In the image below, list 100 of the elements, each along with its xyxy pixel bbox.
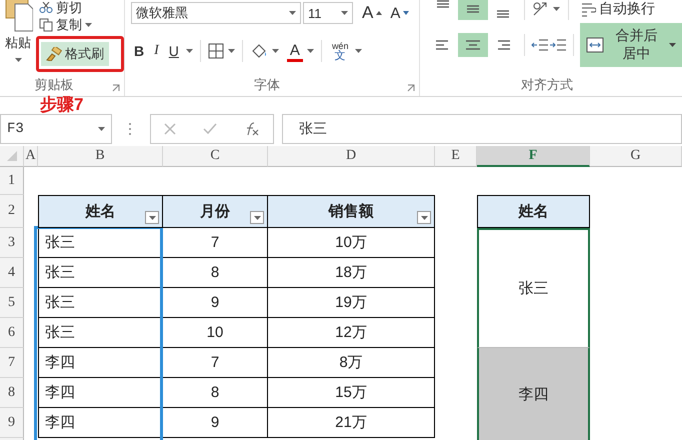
caret-icon[interactable] bbox=[553, 7, 560, 11]
up-caret-icon[interactable] bbox=[376, 11, 382, 15]
wrap-text-button[interactable]: 自动换行 bbox=[577, 0, 658, 20]
table-header-cell: 姓名 bbox=[38, 195, 163, 228]
group-label: 剪贴板 bbox=[34, 76, 74, 94]
column-header[interactable]: G bbox=[590, 146, 682, 167]
row-header[interactable]: 3 bbox=[0, 228, 24, 258]
caret-icon[interactable] bbox=[254, 216, 260, 220]
font-name-field[interactable]: 微软雅黑 bbox=[131, 2, 301, 24]
column-header[interactable]: C bbox=[163, 146, 268, 167]
dots-icon bbox=[128, 122, 132, 136]
caret-icon[interactable] bbox=[272, 49, 279, 53]
table-header-cell: 姓名 bbox=[477, 195, 590, 228]
grow-font-button[interactable]: A bbox=[359, 1, 386, 25]
row-header[interactable]: 4 bbox=[0, 258, 24, 288]
table-cell: 19万 bbox=[268, 288, 435, 318]
column-header[interactable]: E bbox=[435, 146, 477, 167]
column-header[interactable]: D bbox=[268, 146, 435, 167]
align-bottom-icon bbox=[494, 10, 512, 18]
merge-cells-icon bbox=[586, 37, 604, 53]
table-cell: 15万 bbox=[268, 378, 435, 408]
row-header[interactable]: 7 bbox=[0, 348, 24, 378]
table-cell: 10万 bbox=[268, 228, 435, 258]
column-header[interactable]: F bbox=[477, 146, 590, 167]
italic-button[interactable]: I bbox=[151, 41, 162, 61]
cut-button[interactable]: 剪切 bbox=[36, 0, 124, 16]
font-size-field[interactable]: 11 bbox=[303, 2, 353, 24]
step-annotation: 步骤7 bbox=[40, 96, 84, 113]
launcher-icon[interactable] bbox=[407, 84, 415, 92]
paste-icon[interactable] bbox=[3, 0, 33, 32]
caret-icon[interactable] bbox=[289, 11, 296, 15]
row-header[interactable]: 5 bbox=[0, 288, 24, 318]
filter-button[interactable] bbox=[145, 211, 159, 224]
filter-button[interactable] bbox=[417, 211, 431, 224]
caret-icon[interactable] bbox=[85, 23, 92, 27]
borders-icon[interactable] bbox=[208, 43, 224, 59]
table-cell: 张三 bbox=[38, 318, 163, 348]
caret-icon[interactable] bbox=[186, 49, 193, 53]
table-cell: 李四 bbox=[38, 348, 163, 378]
caret-icon[interactable] bbox=[98, 127, 105, 131]
table-cell: 21万 bbox=[268, 408, 435, 438]
table-header-cell: 月份 bbox=[163, 195, 268, 228]
filter-button[interactable] bbox=[250, 211, 264, 224]
caret-icon[interactable] bbox=[420, 216, 428, 220]
row-header[interactable]: 2 bbox=[0, 195, 24, 228]
caret-icon[interactable] bbox=[669, 43, 676, 47]
merge-center-button[interactable]: 合并后居中 bbox=[580, 23, 682, 67]
middle-align-button[interactable] bbox=[458, 0, 488, 20]
align-center-button[interactable] bbox=[458, 33, 488, 57]
table-cell: 李四 bbox=[38, 408, 163, 438]
row-header[interactable]: 1 bbox=[0, 167, 24, 195]
wrap-text-icon bbox=[580, 1, 596, 17]
paste-button[interactable]: 粘贴 bbox=[5, 34, 31, 62]
table-cell: 7 bbox=[163, 348, 268, 378]
table-cell: 12万 bbox=[268, 318, 435, 348]
merged-cell: 李四 bbox=[477, 348, 590, 440]
scissors-icon[interactable] bbox=[39, 2, 53, 14]
group-label: 字体 bbox=[253, 76, 281, 94]
caret-icon[interactable] bbox=[228, 49, 235, 53]
bold-button[interactable]: B bbox=[131, 41, 148, 61]
caret-icon[interactable] bbox=[306, 49, 314, 53]
shrink-font-button[interactable]: A bbox=[387, 2, 412, 24]
increase-indent-icon[interactable] bbox=[548, 38, 567, 52]
caret-icon[interactable] bbox=[148, 216, 156, 220]
caret-icon[interactable] bbox=[355, 49, 362, 53]
underline-button[interactable]: U bbox=[166, 41, 182, 61]
name-box[interactable]: F3 bbox=[0, 114, 112, 144]
paintbrush-icon[interactable] bbox=[46, 47, 62, 61]
column-header[interactable]: B bbox=[38, 146, 163, 167]
column-header[interactable]: A bbox=[24, 146, 38, 167]
table-cell: 7 bbox=[163, 228, 268, 258]
launcher-icon[interactable] bbox=[112, 84, 120, 92]
align-top-icon bbox=[434, 0, 452, 8]
merged-cell: 张三 bbox=[477, 228, 590, 348]
caret-icon[interactable] bbox=[341, 11, 348, 15]
paint-bucket-icon[interactable] bbox=[250, 43, 268, 59]
align-middle-icon bbox=[464, 5, 482, 13]
table-cell: 9 bbox=[163, 408, 268, 438]
group-label: 对齐方式 bbox=[520, 76, 574, 94]
row-header[interactable]: 9 bbox=[0, 408, 24, 438]
table-cell: 18万 bbox=[268, 258, 435, 288]
table-cell: 张三 bbox=[38, 288, 163, 318]
copy-button[interactable]: 复制 bbox=[36, 16, 124, 34]
table-cell: 10 bbox=[163, 318, 268, 348]
table-cell: 9 bbox=[163, 288, 268, 318]
table-cell: 8万 bbox=[268, 348, 435, 378]
row-header[interactable]: 6 bbox=[0, 318, 24, 348]
table-cell: 张三 bbox=[38, 228, 163, 258]
phonetic-guide-button[interactable]: wén 文 bbox=[328, 39, 352, 63]
caret-icon[interactable] bbox=[14, 58, 22, 62]
down-caret-icon[interactable] bbox=[403, 11, 410, 15]
formula-field[interactable]: 张三 bbox=[282, 114, 682, 144]
table-cell: 8 bbox=[163, 258, 268, 288]
copy-icon[interactable] bbox=[39, 18, 53, 32]
table-header-cell: 销售额 bbox=[268, 195, 435, 228]
decrease-indent-icon[interactable] bbox=[530, 38, 549, 52]
format-painter-button[interactable]: 格式刷 bbox=[41, 42, 109, 66]
font-color-button[interactable]: A bbox=[286, 40, 303, 62]
table-cell: 8 bbox=[163, 378, 268, 408]
row-header[interactable]: 8 bbox=[0, 378, 24, 408]
